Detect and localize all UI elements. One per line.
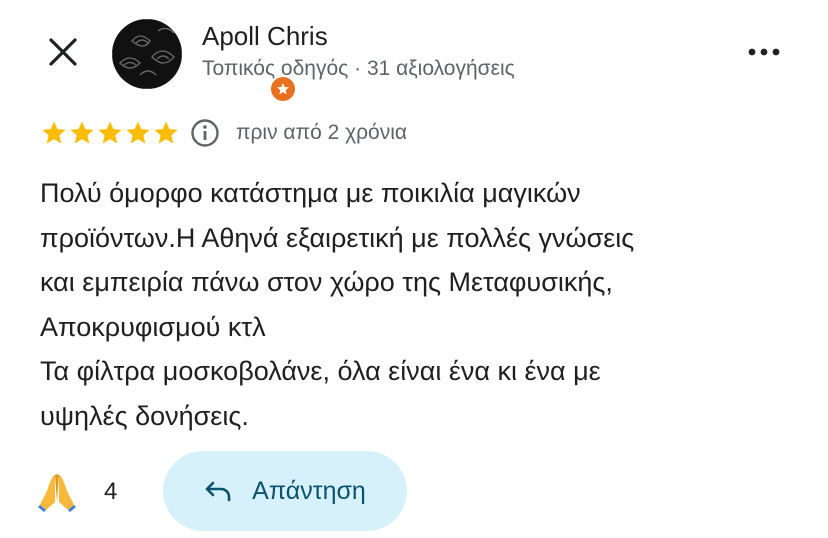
rose-image <box>112 19 182 89</box>
more-options-button[interactable] <box>744 40 784 64</box>
reply-label: Απάντηση <box>252 476 366 505</box>
reaction-count: 4 <box>104 478 118 505</box>
star-icon <box>42 121 66 144</box>
reaction-button[interactable]: 4 <box>38 472 117 512</box>
star-icon <box>154 121 178 144</box>
rating-row: πριν από 2 χρόνια <box>40 117 407 149</box>
review-text: Πολύ όμορφο κατάστημα με ποικιλία μαγικώ… <box>40 178 635 431</box>
author-meta: Τοπικός οδηγός · 31 αξιολογήσεις <box>202 57 515 80</box>
close-icon <box>49 38 77 66</box>
review-time: πριν από 2 χρόνια <box>236 121 408 144</box>
star-icon <box>98 121 122 144</box>
reply-arrow-icon <box>205 481 231 502</box>
folded-hands-icon <box>38 474 76 512</box>
star-rating <box>40 119 180 147</box>
star-icon <box>70 121 94 144</box>
info-icon[interactable] <box>190 118 220 148</box>
local-guide-star-icon <box>277 83 289 95</box>
reply-button[interactable]: Απάντηση <box>163 451 407 531</box>
author-name[interactable]: Apoll Chris <box>202 21 328 52</box>
avatar[interactable] <box>112 19 297 103</box>
close-button[interactable] <box>44 33 84 73</box>
star-icon <box>126 121 150 144</box>
more-horizontal-icon <box>748 48 780 56</box>
